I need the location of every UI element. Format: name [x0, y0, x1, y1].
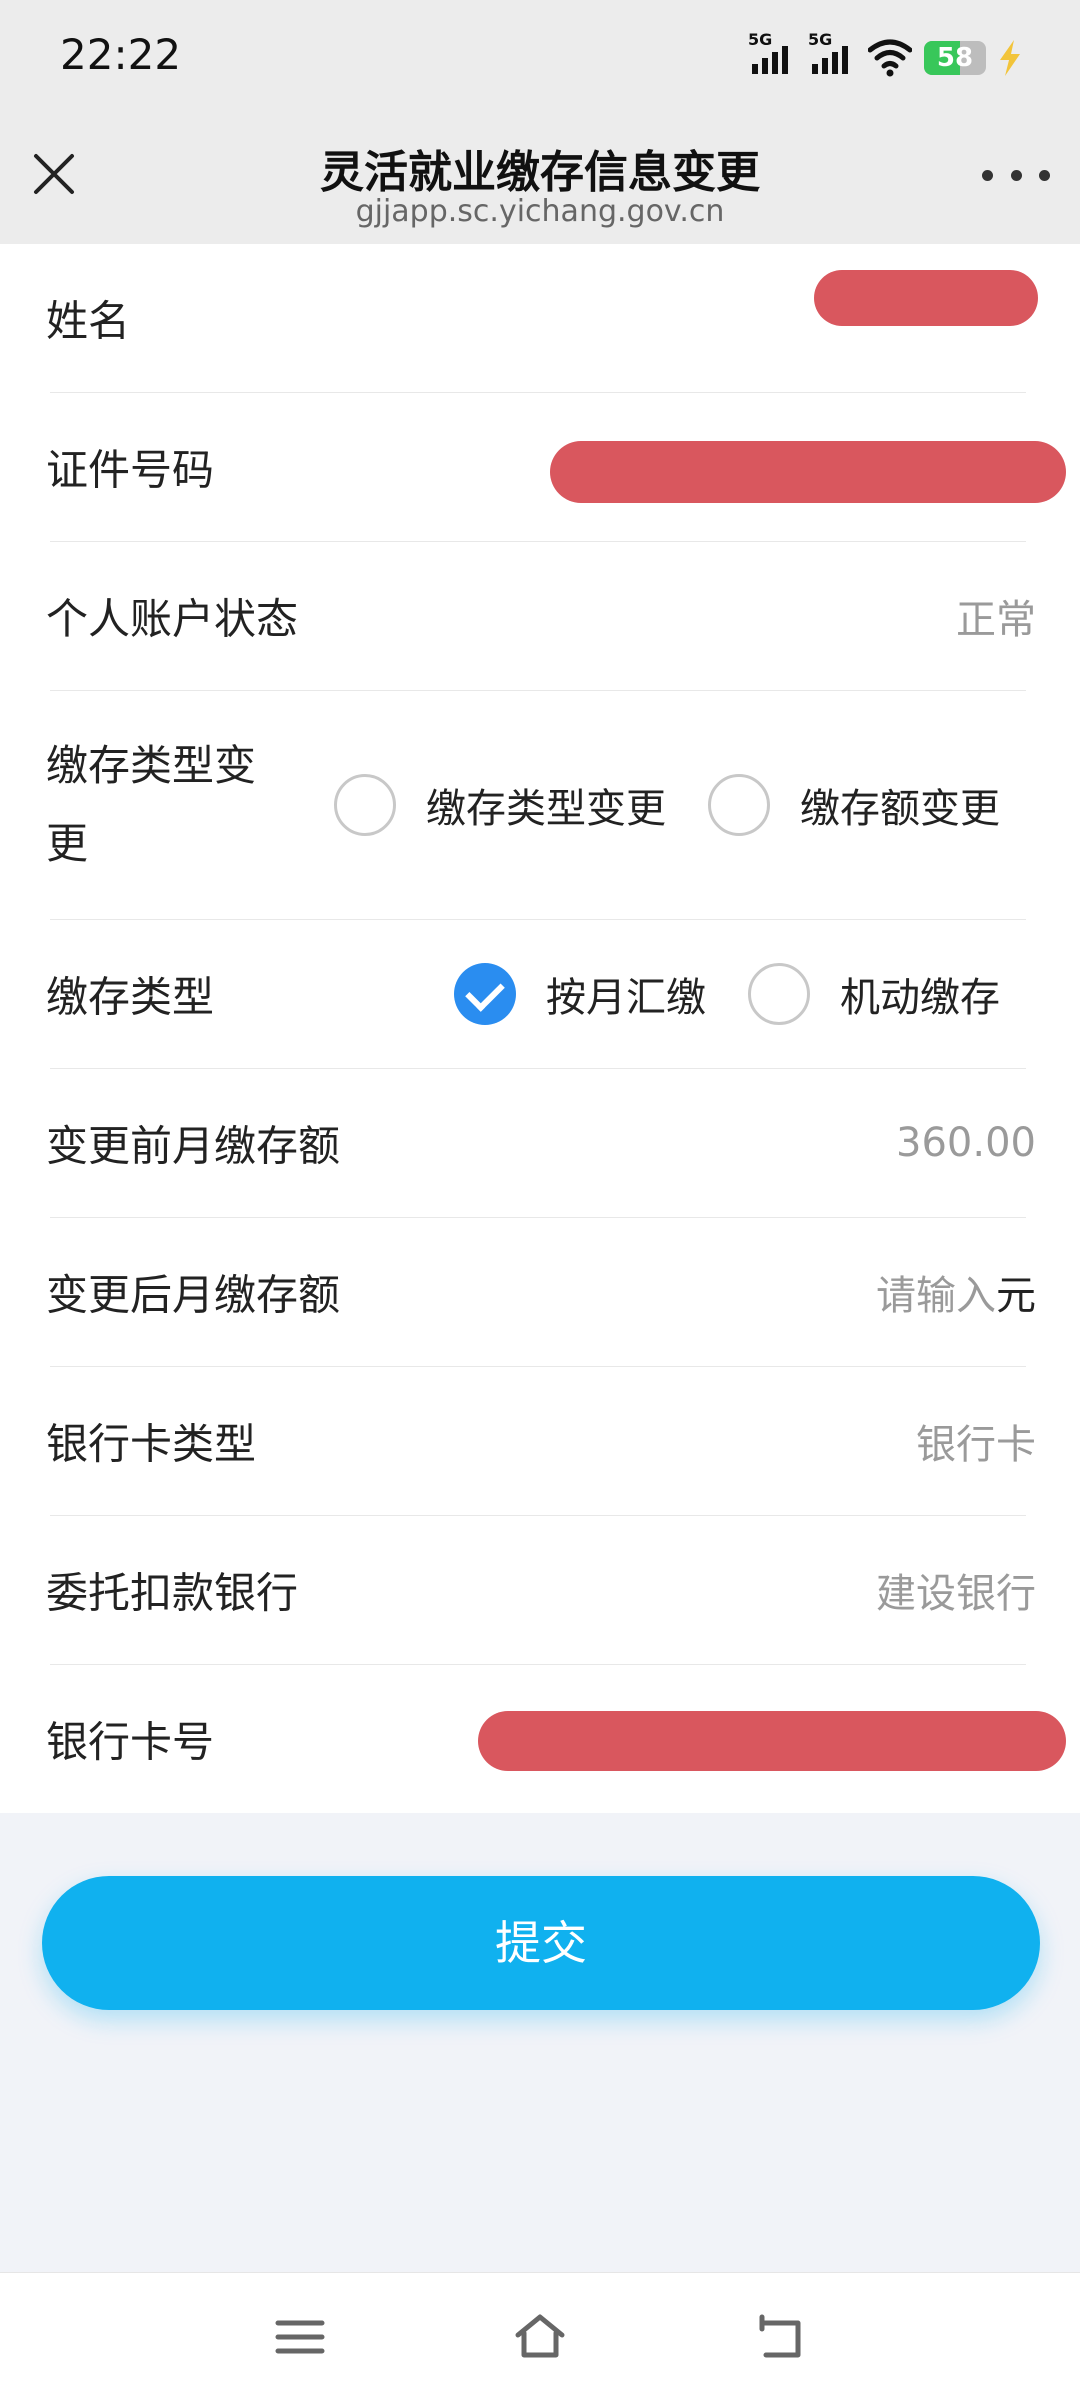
- name-row: 姓名: [46, 244, 1038, 393]
- home-icon[interactable]: [512, 2309, 568, 2365]
- card-type-value: 银行卡: [916, 1422, 1036, 1468]
- before-amount-row: 变更前月缴存额 360.00: [46, 1069, 1036, 1218]
- checkmark-icon[interactable]: [454, 963, 516, 1025]
- card-type-row: 银行卡类型 银行卡: [46, 1367, 1036, 1516]
- back-icon[interactable]: [752, 2309, 808, 2365]
- before-amount-label: 变更前月缴存额: [46, 1121, 341, 1171]
- deposit-type-label: 缴存类型: [46, 972, 215, 1022]
- after-amount-row: 变更后月缴存额 请输入元: [46, 1218, 1036, 1367]
- radio-circle[interactable]: [748, 963, 810, 1025]
- after-amount-label: 变更后月缴存额: [46, 1270, 341, 1320]
- status-icons: 5G 5G 58: [748, 30, 1022, 82]
- id-number-label: 证件号码: [46, 445, 215, 495]
- bank-value: 建设银行: [876, 1571, 1036, 1617]
- radio-label: 机动缴存: [840, 975, 1000, 1021]
- account-status-value: 正常: [956, 597, 1036, 643]
- signal-icon: 5G: [748, 30, 796, 82]
- radio-monthly[interactable]: 按月汇缴: [454, 963, 706, 1025]
- redacted-name-value: [814, 270, 1038, 326]
- page-title: 灵活就业缴存信息变更: [320, 147, 760, 198]
- title-bar: 灵活就业缴存信息变更 gjjapp.sc.yichang.gov.cn: [0, 118, 1080, 244]
- charging-icon: [1000, 40, 1020, 76]
- id-number-row: 证件号码: [46, 393, 1066, 542]
- status-time: 22:22: [60, 30, 182, 79]
- radio-label: 缴存额变更: [800, 786, 1000, 832]
- signal-label: 5G: [748, 30, 773, 49]
- change-type-row: 缴存类型变更 缴存类型变更 缴存额变更: [46, 691, 1026, 920]
- deposit-type-radio-group: 按月汇缴 机动缴存: [412, 963, 1000, 1025]
- radio-change-type[interactable]: 缴存类型变更: [334, 774, 666, 836]
- radio-label: 按月汇缴: [546, 975, 706, 1021]
- wifi-icon: [868, 39, 912, 77]
- radio-circle[interactable]: [334, 774, 396, 836]
- card-number-row: 银行卡号: [46, 1665, 1066, 1813]
- radio-flexible[interactable]: 机动缴存: [748, 963, 1000, 1025]
- before-amount-value: 360.00: [896, 1120, 1036, 1166]
- signal-label: 5G: [808, 30, 833, 49]
- after-amount-field[interactable]: 请输入元: [876, 1263, 1036, 1321]
- after-amount-input[interactable]: 请输入: [876, 1273, 996, 1319]
- name-label: 姓名: [46, 296, 131, 346]
- change-type-radio-group: 缴存类型变更 缴存额变更: [292, 774, 1000, 836]
- currency-unit: 元: [996, 1273, 1036, 1319]
- card-number-label: 银行卡号: [46, 1717, 215, 1767]
- radio-change-amount[interactable]: 缴存额变更: [708, 774, 1000, 836]
- info-form: 姓名 证件号码 个人账户状态 正常 缴存类型变更 缴存类型变更 缴存额变更 缴存…: [0, 244, 1080, 1813]
- submit-button[interactable]: 提交: [42, 1876, 1040, 2010]
- more-options-icon[interactable]: [982, 160, 1050, 190]
- signal-icon: 5G: [808, 30, 856, 82]
- deposit-type-row: 缴存类型 按月汇缴 机动缴存: [46, 920, 1026, 1069]
- menu-icon[interactable]: [272, 2309, 328, 2365]
- change-type-label: 缴存类型变更: [46, 741, 257, 868]
- page-url: gjjapp.sc.yichang.gov.cn: [355, 194, 725, 229]
- card-type-label: 银行卡类型: [46, 1419, 257, 1469]
- redacted-id-number-value: [550, 441, 1066, 503]
- radio-label: 缴存类型变更: [426, 786, 666, 832]
- battery-icon: 58: [924, 41, 986, 75]
- battery-percent: 58: [936, 43, 974, 73]
- redacted-card-number-value: [478, 1711, 1066, 1771]
- account-status-row: 个人账户状态 正常: [46, 542, 1036, 691]
- system-navigation-bar: [0, 2272, 1080, 2401]
- bank-row: 委托扣款银行 建设银行: [46, 1516, 1036, 1665]
- status-bar: 22:22 5G 5G 58: [0, 0, 1080, 118]
- account-status-label: 个人账户状态: [46, 594, 299, 644]
- bank-label: 委托扣款银行: [46, 1568, 299, 1618]
- radio-circle[interactable]: [708, 774, 770, 836]
